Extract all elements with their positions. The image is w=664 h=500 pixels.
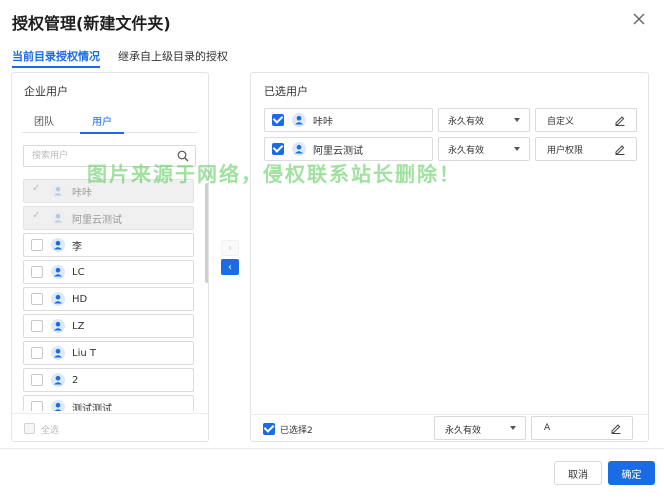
user-name: 阿里云测试 (72, 214, 122, 226)
right-panel-footer: 已选择2 永久有效 A (251, 414, 648, 442)
user-name: 2 (72, 374, 79, 386)
batch-validity-select[interactable]: 永久有效 (434, 416, 526, 440)
user-name: 李 (72, 241, 82, 253)
checkbox[interactable] (31, 401, 43, 411)
user-name: 咔咔 (313, 116, 333, 128)
user-row[interactable]: 测试测试 (23, 395, 194, 411)
batch-role-select[interactable]: A (531, 416, 633, 440)
user-avatar-icon (51, 184, 65, 198)
user-name: 测试测试 (72, 403, 112, 412)
user-avatar-icon (51, 292, 65, 306)
validity-select[interactable]: 永久有效 (438, 108, 530, 132)
user-row[interactable]: 2 (23, 368, 194, 392)
selected-user-checkbox[interactable] (272, 114, 284, 126)
move-left-button[interactable]: ‹ (221, 259, 239, 275)
user-name: LC (72, 266, 85, 278)
caret-down-icon (514, 118, 520, 122)
validity-value: 永久有效 (448, 116, 485, 127)
user-avatar-icon (292, 113, 306, 127)
user-row[interactable]: HD (23, 287, 194, 311)
user-avatar-icon (51, 400, 65, 411)
checkbox[interactable] (31, 293, 43, 305)
tab-inherited[interactable]: 继承自上级目录的授权 (118, 48, 228, 68)
checkbox-disabled: ✓ (31, 210, 43, 224)
user-row[interactable]: 李 (23, 233, 194, 257)
checkbox[interactable] (31, 320, 43, 332)
user-row[interactable]: LZ (23, 314, 194, 338)
user-row: ✓ 阿里云测试 (23, 206, 194, 230)
user-type-tabs: 团队 用户 (22, 113, 198, 134)
caret-down-icon (514, 147, 520, 151)
search-user-box (23, 145, 196, 167)
pencil-edit-icon[interactable] (614, 114, 626, 126)
check-icon: ✓ (32, 183, 41, 194)
user-avatar-icon (51, 238, 65, 252)
user-name: HD (72, 293, 88, 305)
top-tabs: 当前目录授权情况 继承自上级目录的授权 (12, 48, 228, 68)
role-value: 用户权限 (547, 145, 584, 156)
search-input[interactable] (32, 146, 172, 166)
dialog-title: 授权管理(新建文件夹) (12, 14, 171, 33)
user-row[interactable]: Liu T (23, 341, 194, 365)
close-icon[interactable] (630, 10, 648, 28)
checkbox[interactable] (31, 374, 43, 386)
checkbox-disabled: ✓ (31, 183, 43, 197)
caret-down-icon (510, 426, 516, 430)
batch-validity-value: 永久有效 (445, 426, 482, 436)
user-avatar-icon (51, 265, 65, 279)
user-avatar-icon (51, 319, 65, 333)
confirm-button[interactable]: 确定 (608, 461, 655, 485)
tab-team[interactable]: 团队 (22, 113, 66, 132)
validity-value: 永久有效 (448, 145, 485, 156)
pencil-edit-icon[interactable] (614, 143, 626, 155)
batch-role-value: A (544, 423, 551, 433)
user-name: LZ (72, 320, 85, 332)
user-list: ✓ 咔咔 ✓ 阿里云测试 李 LC HD LZ Liu T 2 测试测试 (23, 179, 205, 411)
tab-user[interactable]: 用户 (80, 113, 124, 134)
select-all-selected-checkbox[interactable] (263, 423, 275, 435)
auth-dialog: 授权管理(新建文件夹) 当前目录授权情况 继承自上级目录的授权 企业用户 团队 … (0, 0, 664, 500)
role-value: 自定义 (547, 116, 575, 127)
selected-users-header: 已选用户 (264, 85, 308, 98)
user-row[interactable]: LC (23, 260, 194, 284)
tab-current-directory[interactable]: 当前目录授权情况 (12, 48, 100, 68)
selected-users-panel: 已选用户 咔咔 永久有效 自定义 阿里云测试 永久有效 用户权限 已选择2 永久… (250, 72, 649, 442)
selected-user: 阿里云测试 (264, 137, 433, 161)
user-avatar-icon (292, 142, 306, 156)
search-icon[interactable] (177, 150, 189, 162)
enterprise-users-header: 企业用户 (24, 85, 68, 98)
validity-select[interactable]: 永久有效 (438, 137, 530, 161)
user-name: 咔咔 (72, 187, 92, 199)
role-select[interactable]: 自定义 (535, 108, 637, 132)
checkbox[interactable] (31, 239, 43, 251)
select-all-checkbox[interactable] (24, 423, 35, 434)
enterprise-users-panel: 企业用户 团队 用户 ✓ 咔咔 ✓ 阿里云测试 (11, 72, 209, 442)
user-avatar-icon (51, 346, 65, 360)
user-row: ✓ 咔咔 (23, 179, 194, 203)
selected-user: 咔咔 (264, 108, 433, 132)
dialog-footer: 取消 确定 (0, 448, 664, 500)
user-name: Liu T (72, 347, 96, 359)
user-list-scrollbar[interactable] (205, 183, 208, 283)
pencil-edit-icon[interactable] (610, 422, 622, 434)
check-icon: ✓ (32, 210, 41, 221)
select-all-label: 全选 (41, 426, 60, 436)
selected-user-checkbox[interactable] (272, 143, 284, 155)
checkbox[interactable] (31, 266, 43, 278)
selected-count-label: 已选择2 (280, 426, 313, 436)
user-name: 阿里云测试 (313, 145, 363, 157)
left-panel-footer: 全选 (12, 413, 208, 441)
user-avatar-icon (51, 373, 65, 387)
user-avatar-icon (51, 211, 65, 225)
checkbox[interactable] (31, 347, 43, 359)
cancel-button[interactable]: 取消 (554, 461, 602, 485)
role-select[interactable]: 用户权限 (535, 137, 637, 161)
move-right-button[interactable]: › (221, 240, 239, 256)
